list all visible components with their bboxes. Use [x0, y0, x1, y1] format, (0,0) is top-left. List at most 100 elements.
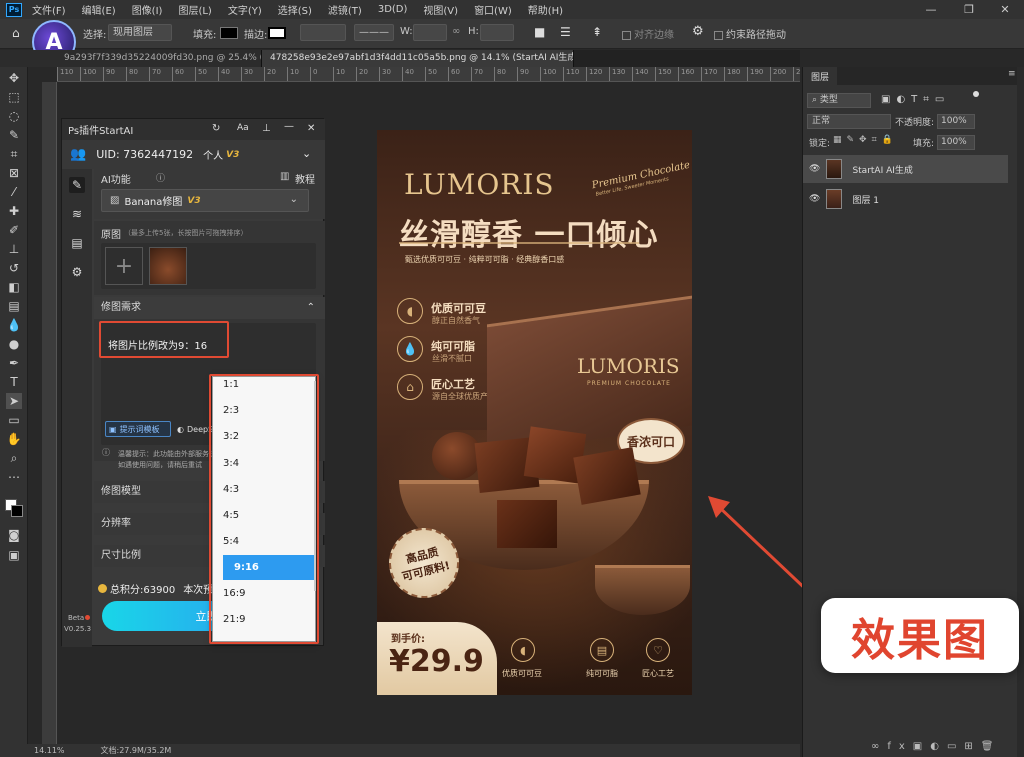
menu-window[interactable]: 窗口(W) [474, 2, 512, 17]
eraser-tool-icon[interactable]: ◧ [6, 279, 22, 295]
stroke-swatch[interactable] [268, 27, 286, 39]
book-icon[interactable]: ▥ [280, 171, 289, 182]
droplet-icon: 💧 [397, 336, 423, 362]
zoom-readout[interactable]: 14.11% [34, 746, 65, 755]
path-ops-icon[interactable]: ■ [534, 25, 545, 39]
layer-row[interactable]: 👁 图层 1 [803, 185, 1008, 213]
opacity-label: 不透明度: [895, 118, 935, 128]
refresh-icon[interactable]: ↻ [212, 123, 220, 134]
hand-tool-icon[interactable]: ✋ [6, 431, 22, 447]
menu-view[interactable]: 视图(V) [423, 2, 458, 17]
home-icon[interactable]: ⌂ [12, 26, 20, 40]
edit-pen-icon[interactable]: ✎ [69, 177, 85, 193]
stroke-style-select[interactable]: ——— [354, 24, 394, 41]
history-brush-icon[interactable]: ↺ [6, 260, 22, 276]
info-icon[interactable]: ⓘ [156, 171, 165, 184]
menu-3d[interactable]: 3D(D) [378, 4, 408, 15]
opacity-input[interactable]: 100% [937, 114, 975, 129]
stroke-width-input[interactable] [300, 24, 346, 41]
move-tool-icon[interactable]: ✥ [6, 70, 22, 86]
ruler-tick: 170 [701, 67, 717, 81]
path-arrange-icon[interactable]: ⇞ [592, 25, 602, 39]
eyedropper-icon[interactable]: ⁄ [6, 184, 22, 200]
type-tool-icon[interactable]: T [6, 374, 22, 390]
crop-tool-icon[interactable]: ⌗ [6, 146, 22, 162]
quick-select-icon[interactable]: ✎ [6, 127, 22, 143]
menu-layer[interactable]: 图层(L) [178, 2, 211, 17]
height-input[interactable] [480, 24, 514, 41]
menu-file[interactable]: 文件(F) [32, 2, 66, 17]
frame-tool-icon[interactable]: ⊠ [6, 165, 22, 181]
edit-req-header[interactable]: 修图需求 ⌃ [94, 297, 325, 319]
prompt-template-button[interactable]: ▣ 提示词模板 [105, 421, 171, 437]
close-panel-icon[interactable]: ✕ [307, 123, 315, 134]
feature-2-title: 纯可可脂 [431, 340, 475, 353]
blur-tool-icon[interactable]: 💧 [6, 317, 22, 333]
width-input[interactable] [413, 24, 447, 41]
menu-help[interactable]: 帮助(H) [528, 2, 563, 17]
brush-tool-icon[interactable]: ✐ [6, 222, 22, 238]
menu-select[interactable]: 选择(S) [278, 2, 312, 17]
background-color-swatch[interactable] [11, 505, 23, 517]
fill-input[interactable]: 100% [937, 135, 975, 150]
layer-select[interactable]: 现用图层 [108, 24, 172, 41]
layer-row[interactable]: 👁 StartAI AI生成 [803, 155, 1008, 183]
layers-stack-icon[interactable]: ≋ [69, 206, 85, 222]
pen-tool-icon[interactable]: ✒ [6, 355, 22, 371]
menu-type[interactable]: 文字(Y) [228, 2, 262, 17]
add-image-button[interactable]: + [105, 247, 143, 285]
font-size-icon[interactable]: Aa [237, 123, 249, 133]
fill-swatch[interactable] [220, 27, 238, 39]
model-select[interactable]: ▨ Banana修图 V3 ⌄ [101, 189, 309, 212]
layer-actions[interactable]: ∞fx▣◐▭⊞🗑 [871, 741, 1001, 752]
constrain-path-check[interactable]: 约束路径拖动 [714, 26, 786, 41]
layer-kind-filter[interactable]: ⌕ 类型 [807, 93, 871, 108]
uploaded-thumbnail[interactable] [149, 247, 187, 285]
gradient-tool-icon[interactable]: ▤ [6, 298, 22, 314]
path-select-icon[interactable]: ➤ [6, 393, 22, 409]
tutorial-link[interactable]: 教程 [295, 171, 315, 186]
quick-mask-icon[interactable]: ◙ [6, 527, 22, 543]
lock-icons[interactable]: ▦✎✥⌗🔒 [833, 135, 898, 145]
tab-document-1[interactable]: 9a293f7f339d35224009fd30.png @ 25.4% (图层… [0, 50, 262, 67]
menu-image[interactable]: 图像(I) [132, 2, 163, 17]
status-bar: 14.11% 文档:27.9M/35.2M [0, 744, 800, 757]
close-icon[interactable]: ✕ [986, 0, 1024, 19]
stamp-tool-icon[interactable]: ⊥ [6, 241, 22, 257]
upload-area: + [101, 243, 316, 289]
rectangle-tool-icon[interactable]: ▭ [6, 412, 22, 428]
minimize-icon[interactable]: — [912, 0, 950, 19]
ruler-tick: 70 [149, 67, 161, 81]
filter-toggle-icon[interactable] [973, 91, 979, 97]
maximize-icon[interactable]: ❐ [950, 0, 988, 19]
dodge-tool-icon[interactable]: ● [6, 336, 22, 352]
chevron-down-icon[interactable]: ⌄ [302, 147, 311, 160]
layers-tab[interactable]: 图层 [803, 67, 837, 85]
settings-gear-icon[interactable]: ⚙ [69, 264, 85, 280]
ruler-tick: 90 [517, 67, 529, 81]
screen-mode-icon[interactable]: ▣ [6, 547, 22, 563]
original-image-section: 原图 （最多上传5张，长按图片可拖拽排序） + [94, 221, 325, 295]
align-edges-check[interactable]: 对齐边缘 [622, 26, 674, 41]
panel-menu-icon[interactable]: ≡ [1008, 69, 1016, 79]
poster-swoosh [399, 242, 639, 244]
plugin-sidebar: ✎ ≋ ▤ ⚙ Beta V0.25.3 [62, 169, 92, 647]
healing-brush-icon[interactable]: ✚ [6, 203, 22, 219]
gear-icon[interactable]: ⚙ [692, 24, 704, 39]
filter-icons[interactable]: ▣◐T⌗▭ [881, 94, 950, 105]
more-tools-icon[interactable]: ⋯ [6, 469, 22, 485]
lasso-tool-icon[interactable]: ◌ [6, 108, 22, 124]
link-icon[interactable]: ∞ [452, 26, 460, 37]
marquee-tool-icon[interactable]: ⬚ [6, 89, 22, 105]
zoom-tool-icon[interactable]: ⌕ [6, 450, 22, 466]
poster-canvas[interactable]: LUMORIS Premium Chocolate Better Life, S… [377, 130, 692, 695]
ruler-tick: 30 [241, 67, 253, 81]
path-align-icon[interactable]: ☰ [560, 25, 571, 39]
menu-filter[interactable]: 滤镜(T) [328, 2, 362, 17]
menu-edit[interactable]: 编辑(E) [82, 2, 116, 17]
tab-document-2[interactable]: 478258e93e2e97abf1d3f4dd11c05a5b.png @ 1… [262, 50, 574, 67]
blend-mode-select[interactable]: 正常 [807, 114, 891, 129]
pin-icon[interactable]: ⊥ [262, 123, 271, 134]
minimize-panel-icon[interactable]: — [284, 121, 294, 132]
document-icon[interactable]: ▤ [69, 235, 85, 251]
